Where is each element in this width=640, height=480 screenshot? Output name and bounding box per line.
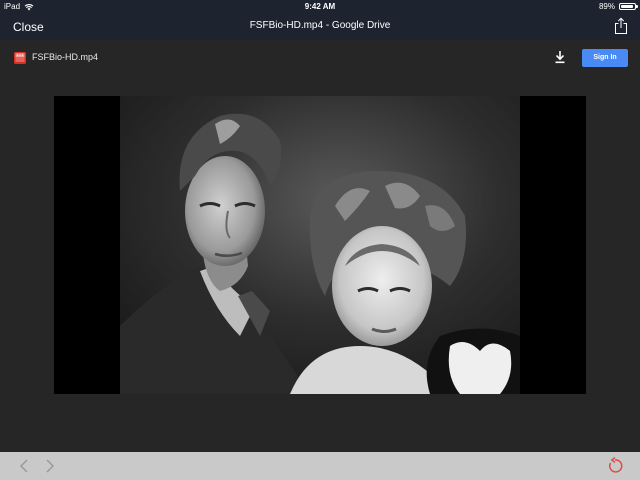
bottom-toolbar bbox=[0, 452, 640, 480]
video-frame bbox=[120, 96, 520, 394]
battery-percent: 89% bbox=[598, 2, 615, 11]
share-icon[interactable] bbox=[614, 17, 628, 35]
video-file-icon bbox=[14, 52, 26, 64]
status-bar: iPad 9:42 AM 89% bbox=[0, 0, 640, 13]
page-title: FSFBio-HD.mp4 - Google Drive bbox=[249, 20, 391, 31]
battery-fill bbox=[621, 5, 633, 8]
chevron-left-icon[interactable] bbox=[18, 459, 30, 473]
status-right: 89% bbox=[598, 2, 638, 11]
sign-in-button[interactable]: Sign In bbox=[582, 49, 628, 67]
refresh-icon[interactable] bbox=[606, 457, 624, 475]
battery-icon bbox=[619, 3, 638, 10]
chevron-right-icon[interactable] bbox=[44, 459, 56, 473]
video-player[interactable] bbox=[54, 96, 586, 394]
navigation-bar: Close FSFBio-HD.mp4 - Google Drive bbox=[0, 13, 640, 40]
file-name: FSFBio-HD.mp4 bbox=[32, 52, 99, 62]
download-icon[interactable] bbox=[553, 50, 567, 64]
status-time: 9:42 AM bbox=[304, 2, 336, 11]
